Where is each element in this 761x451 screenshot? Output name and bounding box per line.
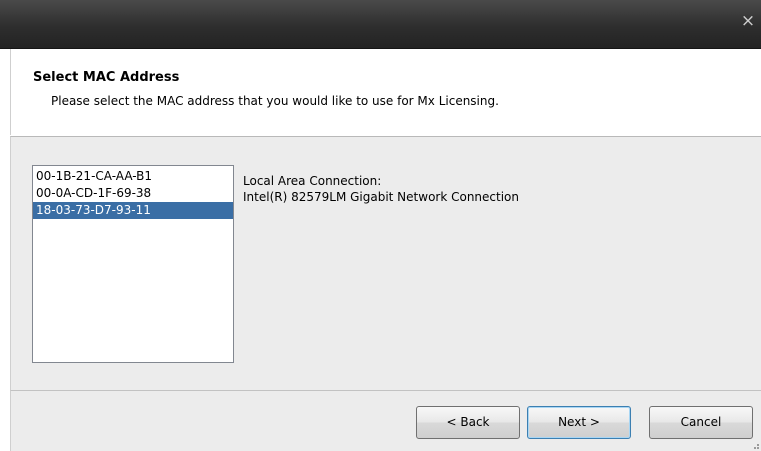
mac-list-item-selected[interactable]: 18-03-73-D7-93-11 <box>33 202 233 219</box>
page-title: Select MAC Address <box>33 70 180 85</box>
adapter-name: Intel(R) 82579LM Gigabit Network Connect… <box>243 190 519 204</box>
mac-address-list[interactable]: 00-1B-21-CA-AA-B1 00-0A-CD-1F-69-38 18-0… <box>32 165 234 363</box>
connection-info: Local Area Connection: Intel(R) 82579LM … <box>243 173 519 205</box>
wizard-header: Select MAC Address Please select the MAC… <box>10 49 761 135</box>
title-bar[interactable]: × <box>0 0 761 49</box>
next-button[interactable]: Next > <box>527 406 631 439</box>
page-subtitle: Please select the MAC address that you w… <box>51 94 499 108</box>
mac-list-item[interactable]: 00-0A-CD-1F-69-38 <box>33 185 233 202</box>
close-icon[interactable]: × <box>739 11 757 31</box>
connection-name: Local Area Connection: <box>243 174 382 188</box>
content-panel: 00-1B-21-CA-AA-B1 00-0A-CD-1F-69-38 18-0… <box>10 136 761 391</box>
resize-grip-icon[interactable] <box>750 440 760 450</box>
cancel-button[interactable]: Cancel <box>649 406 753 439</box>
mac-list-item[interactable]: 00-1B-21-CA-AA-B1 <box>33 168 233 185</box>
button-bar: < Back Next > Cancel <box>10 390 761 451</box>
back-button[interactable]: < Back <box>416 406 520 439</box>
select-mac-dialog: × Select MAC Address Please select the M… <box>0 0 761 451</box>
